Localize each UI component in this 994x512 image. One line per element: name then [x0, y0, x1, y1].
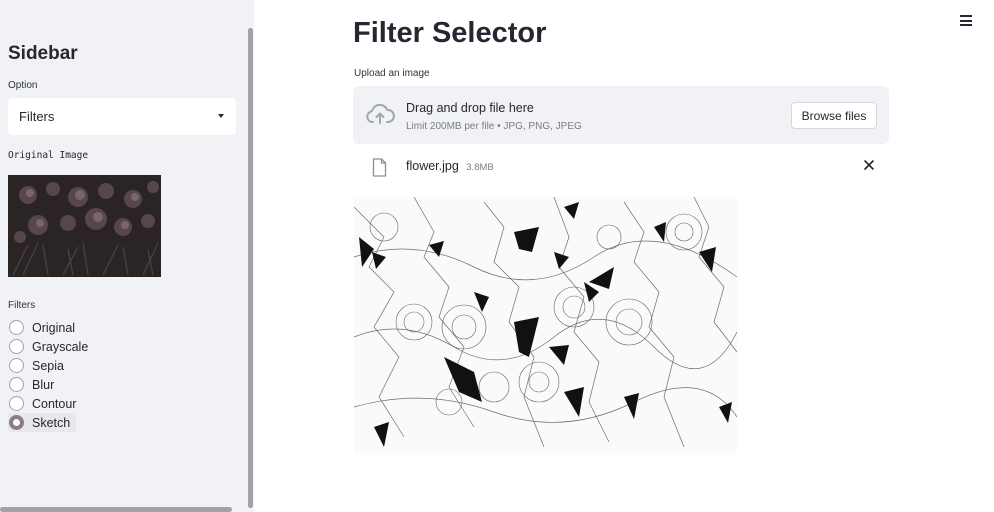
option-select-value: Filters	[19, 109, 55, 124]
cloud-upload-icon	[366, 103, 395, 124]
original-image-label: Original Image	[8, 150, 89, 161]
radio-circle-icon	[9, 377, 24, 392]
file-name-text: flower.jpg	[406, 159, 459, 173]
radio-label: Sepia	[32, 358, 64, 373]
close-icon[interactable]	[862, 158, 876, 172]
radio-contour[interactable]: Contour	[8, 394, 92, 413]
radio-label: Sketch	[32, 415, 71, 430]
sidebar-title: Sidebar	[8, 43, 78, 64]
sidebar-horizontal-scrollbar[interactable]	[0, 507, 232, 512]
file-size: 3.8MB	[466, 162, 494, 173]
page-title: Filter Selector	[353, 17, 547, 49]
radio-circle-icon	[9, 339, 24, 354]
radio-label: Blur	[32, 377, 55, 392]
radio-grayscale[interactable]: Grayscale	[8, 337, 92, 356]
radio-label: Grayscale	[32, 339, 89, 354]
radio-original[interactable]: Original	[8, 318, 92, 337]
file-name: flower.jpg 3.8MB	[406, 159, 494, 173]
dropzone-title: Drag and drop file here	[406, 101, 534, 115]
browse-files-button[interactable]: Browse files	[791, 102, 877, 129]
radio-label: Original	[32, 320, 76, 335]
option-label: Option	[8, 80, 38, 91]
radio-label: Contour	[32, 396, 77, 411]
original-image-thumbnail	[8, 175, 161, 277]
file-dropzone[interactable]: Drag and drop file here Limit 200MB per …	[353, 86, 889, 144]
chevron-down-icon	[218, 114, 224, 118]
uploaded-file-row: flower.jpg 3.8MB	[353, 154, 889, 180]
dropzone-subtitle: Limit 200MB per file • JPG, PNG, JPEG	[406, 121, 582, 132]
radio-circle-icon	[9, 358, 24, 373]
upload-label: Upload an image	[354, 68, 430, 79]
filtered-image-output	[354, 197, 737, 453]
hamburger-menu-icon[interactable]	[960, 15, 972, 26]
filters-radio-group: Original Grayscale Sepia Blur Contour Sk…	[8, 318, 92, 432]
radio-circle-icon	[9, 396, 24, 411]
radio-sketch[interactable]: Sketch	[8, 413, 76, 432]
radio-blur[interactable]: Blur	[8, 375, 92, 394]
sidebar: Sidebar Option Filters Original Image Fi…	[0, 0, 254, 512]
radio-sepia[interactable]: Sepia	[8, 356, 92, 375]
radio-circle-selected-icon	[9, 415, 24, 430]
sidebar-vertical-scrollbar[interactable]	[248, 28, 253, 508]
filters-label: Filters	[8, 300, 36, 311]
radio-circle-icon	[9, 320, 24, 335]
file-icon	[372, 158, 387, 177]
option-select[interactable]: Filters	[8, 98, 236, 135]
